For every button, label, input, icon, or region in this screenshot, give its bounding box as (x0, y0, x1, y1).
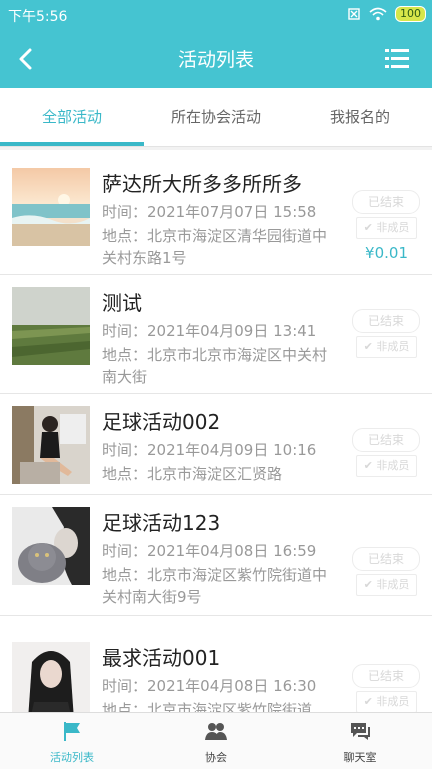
bottom-nav-label: 协会 (205, 751, 227, 764)
activity-title: 最求活动001 (102, 646, 221, 670)
app-header: 下午5:56 100 活动列表 (0, 0, 432, 88)
wifi-icon (369, 7, 387, 21)
activity-thumbnail (12, 168, 90, 246)
bottom-navigation: 活动列表 协会 聊天室 (0, 712, 432, 769)
activity-item[interactable]: 足球活动002 时间：2021年04月09日 10:16 地点：北京市海淀区汇贤… (0, 394, 432, 495)
status-icons: 100 (347, 6, 426, 22)
activity-time: 时间：2021年04月08日 16:30 (102, 677, 317, 695)
bottom-nav-chatroom[interactable]: 聊天室 (288, 713, 432, 769)
membership-label: 非成员 (376, 221, 410, 234)
activity-time: 时间：2021年04月08日 16:59 (102, 542, 317, 560)
status-badge: 已结束 (352, 190, 420, 214)
sim-card-icon (348, 8, 360, 20)
group-icon (205, 723, 227, 740)
filter-tabs: 全部活动 所在协会活动 我报名的 (0, 88, 432, 147)
list-menu-icon (385, 49, 409, 68)
tab-all-activities[interactable]: 全部活动 (0, 88, 144, 146)
active-tab-indicator (0, 142, 144, 146)
activity-item[interactable]: 测试 时间：2021年04月09日 13:41 地点：北京市北京市海淀区中关村南… (0, 275, 432, 394)
activity-address: 地点：北京市海淀区清华园街道中关村东路1号 (102, 227, 328, 267)
membership-badge: ✔ 非成员 (356, 691, 417, 712)
bottom-nav-label: 聊天室 (343, 751, 377, 764)
membership-badge: ✔ 非成员 (356, 336, 417, 358)
activity-time: 时间：2021年04月09日 13:41 (102, 322, 317, 340)
status-bar: 下午5:56 100 (0, 0, 432, 30)
activity-time: 时间：2021年07月07日 15:58 (102, 203, 317, 221)
menu-button[interactable] (382, 44, 412, 74)
membership-badge: ✔ 非成员 (356, 574, 417, 596)
activity-price: ¥0.01 (365, 244, 408, 262)
membership-label: 非成员 (376, 340, 410, 353)
activity-address: 地点：北京市海淀区紫竹院街道中关村南大街9号 (102, 566, 328, 606)
chat-icon (351, 723, 370, 740)
activity-title: 测试 (102, 291, 142, 315)
activity-address: 地点：北京市海淀区紫竹院街道 (102, 701, 313, 712)
bottom-nav-label: 活动列表 (50, 751, 94, 764)
status-badge: 已结束 (352, 309, 420, 333)
membership-label: 非成员 (376, 695, 410, 708)
activity-item[interactable]: 萨达所大所多多所所多 时间：2021年07月07日 15:58 地点：北京市海淀… (0, 156, 432, 275)
navigation-bar: 活动列表 (0, 30, 432, 88)
activity-address: 地点：北京市海淀区汇贤路 (102, 465, 283, 483)
membership-badge: ✔ 非成员 (356, 455, 417, 477)
activity-title: 萨达所大所多多所所多 (102, 172, 302, 196)
status-time: 下午5:56 (8, 9, 68, 25)
status-badge: 已结束 (352, 547, 420, 571)
battery-level: 100 (395, 6, 426, 22)
activity-list[interactable]: 萨达所大所多多所所多 时间：2021年07月07日 15:58 地点：北京市海淀… (0, 150, 432, 712)
activity-item[interactable]: 最求活动001 时间：2021年04月08日 16:30 地点：北京市海淀区紫竹… (0, 630, 432, 712)
activity-title: 足球活动002 (102, 410, 221, 434)
status-badge: 已结束 (352, 664, 420, 688)
status-badge: 已结束 (352, 428, 420, 452)
membership-badge: ✔ 非成员 (356, 217, 417, 239)
bottom-nav-activity-list[interactable]: 活动列表 (0, 713, 144, 769)
activity-item[interactable]: 足球活动123 时间：2021年04月08日 16:59 地点：北京市海淀区紫竹… (0, 495, 432, 616)
tab-my-registrations[interactable]: 我报名的 (288, 88, 432, 146)
flag-icon (64, 722, 80, 741)
membership-label: 非成员 (376, 578, 410, 591)
activity-thumbnail (12, 287, 90, 365)
tab-association-activities[interactable]: 所在协会活动 (144, 88, 288, 146)
page-title: 活动列表 (177, 49, 254, 71)
activity-address: 地点：北京市北京市海淀区中关村南大街 (102, 346, 328, 386)
activity-thumbnail (12, 642, 90, 712)
bottom-nav-association[interactable]: 协会 (144, 713, 288, 769)
activity-thumbnail (12, 406, 90, 484)
activity-time: 时间：2021年04月09日 10:16 (102, 441, 317, 459)
activity-title: 足球活动123 (102, 511, 221, 535)
membership-label: 非成员 (376, 459, 410, 472)
activity-thumbnail (12, 507, 90, 585)
